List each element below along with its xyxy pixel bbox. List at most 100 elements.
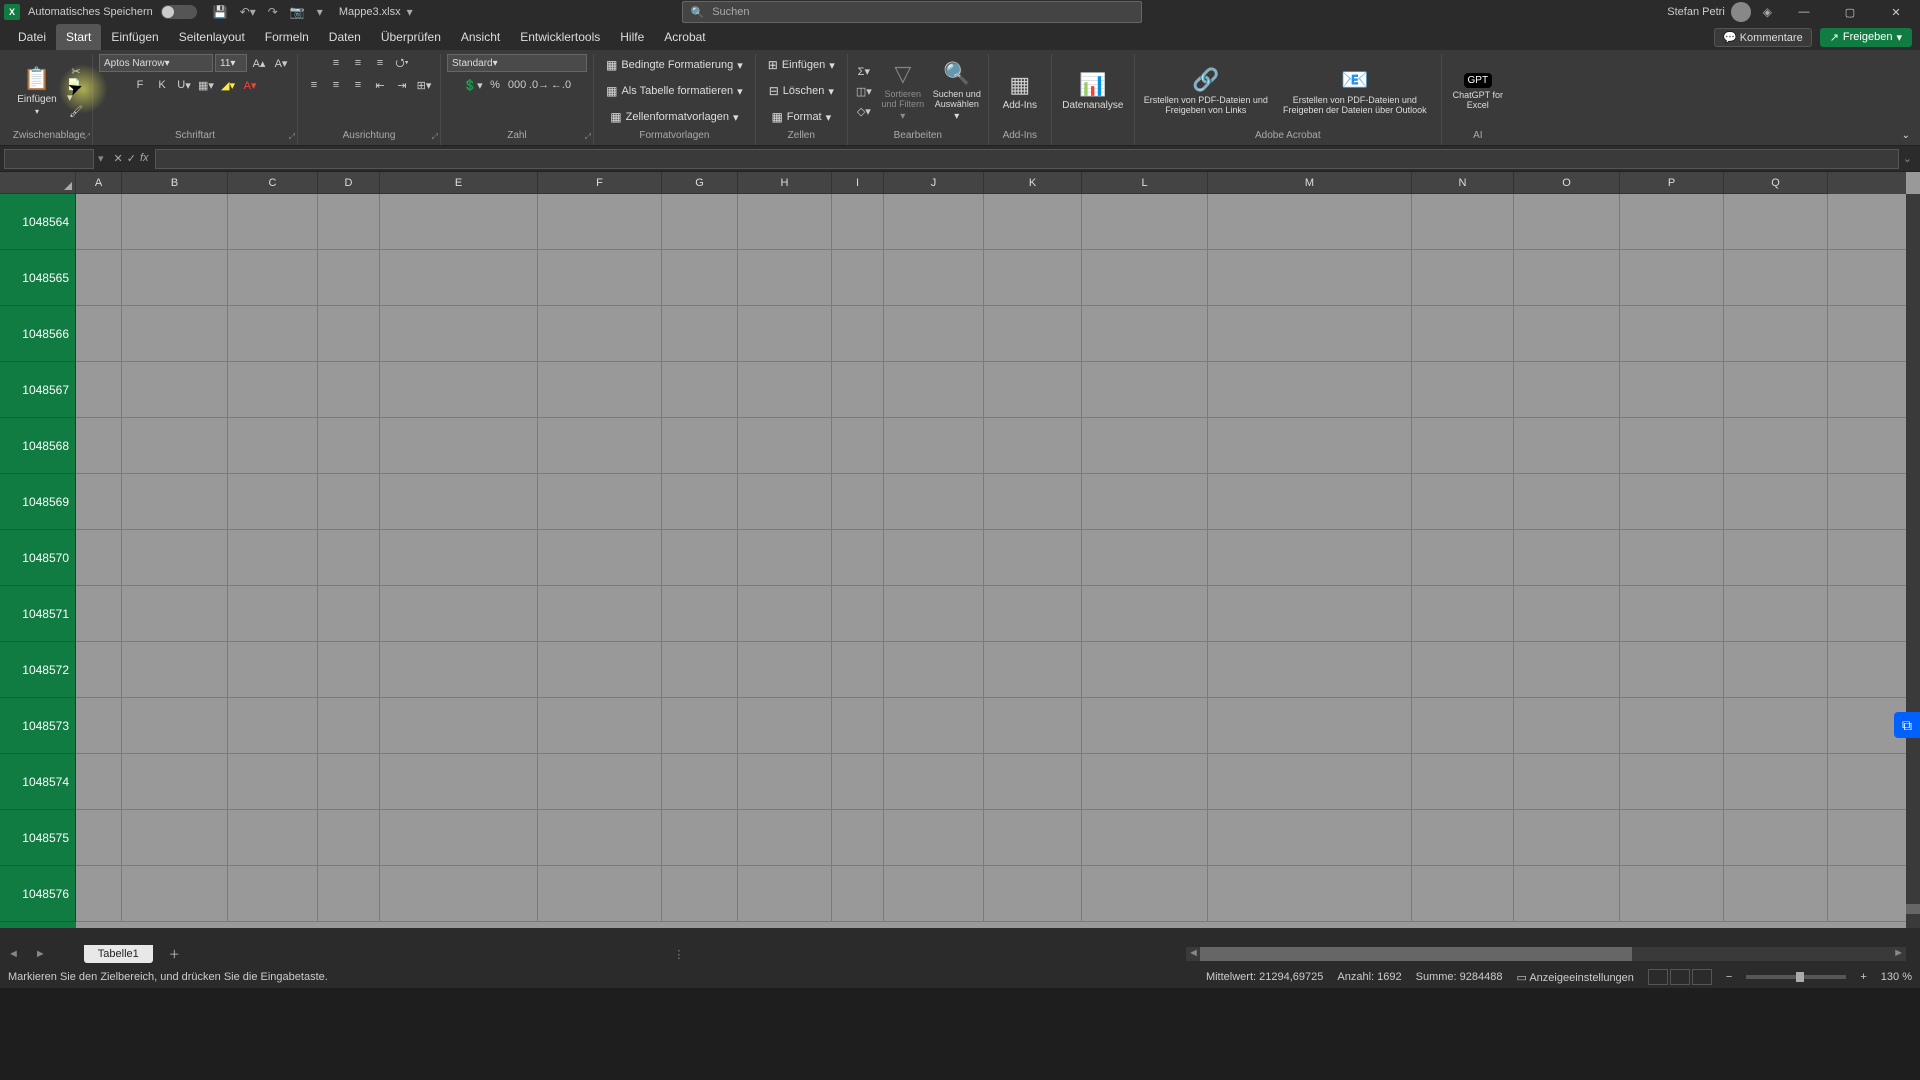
- cell[interactable]: [984, 530, 1082, 585]
- col-header-B[interactable]: B: [122, 172, 228, 194]
- font-size-combo[interactable]: 11▾: [215, 54, 247, 72]
- cell[interactable]: [1412, 250, 1514, 305]
- hscroll-right-icon[interactable]: ►: [1893, 947, 1904, 959]
- vertical-scrollbar[interactable]: [1906, 194, 1920, 928]
- cell[interactable]: [1620, 530, 1724, 585]
- diamond-icon[interactable]: ◈: [1763, 5, 1772, 19]
- pdf-share-links-button[interactable]: 🔗 Erstellen von PDF-Dateien und Freigebe…: [1141, 57, 1271, 125]
- cell[interactable]: [1514, 586, 1620, 641]
- username[interactable]: Stefan Petri: [1667, 6, 1724, 18]
- cell[interactable]: [832, 418, 884, 473]
- cell[interactable]: [884, 474, 984, 529]
- col-header-I[interactable]: I: [832, 172, 884, 194]
- cell[interactable]: [1514, 642, 1620, 697]
- cell[interactable]: [1514, 474, 1620, 529]
- cell[interactable]: [122, 418, 228, 473]
- decrease-decimal-icon[interactable]: ←.0: [551, 76, 571, 94]
- cell[interactable]: [122, 866, 228, 921]
- cell[interactable]: [1208, 362, 1412, 417]
- display-settings-button[interactable]: ▭ Anzeigeeinstellungen: [1516, 971, 1633, 984]
- zoom-level[interactable]: 130 %: [1881, 971, 1912, 983]
- indent-decrease-icon[interactable]: ⇤: [370, 76, 390, 94]
- cell[interactable]: [984, 866, 1082, 921]
- cell[interactable]: [832, 810, 884, 865]
- cell[interactable]: [738, 194, 832, 249]
- cell[interactable]: [228, 754, 318, 809]
- sheet-tab[interactable]: Tabelle1: [84, 945, 153, 963]
- underline-button[interactable]: U▾: [174, 76, 194, 94]
- hscroll-left-icon[interactable]: ◄: [1188, 947, 1199, 959]
- avatar[interactable]: [1731, 2, 1751, 22]
- cell[interactable]: [1514, 418, 1620, 473]
- percent-icon[interactable]: %: [485, 76, 505, 94]
- cell[interactable]: [1208, 698, 1412, 753]
- cell[interactable]: [1724, 250, 1828, 305]
- cell[interactable]: [1082, 362, 1208, 417]
- font-launcher-icon[interactable]: ⤢: [289, 132, 295, 142]
- cell[interactable]: [832, 698, 884, 753]
- cell[interactable]: [538, 810, 662, 865]
- name-box-dropdown-icon[interactable]: ▾: [98, 152, 104, 165]
- cell[interactable]: [1412, 866, 1514, 921]
- addins-button[interactable]: ▦ Add-Ins: [995, 57, 1045, 125]
- cell[interactable]: [1724, 642, 1828, 697]
- cell[interactable]: [228, 698, 318, 753]
- cell[interactable]: [318, 642, 380, 697]
- autosave-toggle[interactable]: [161, 5, 197, 19]
- cell[interactable]: [1724, 194, 1828, 249]
- cell[interactable]: [1208, 586, 1412, 641]
- cell[interactable]: [738, 698, 832, 753]
- currency-icon[interactable]: 💲▾: [463, 76, 483, 94]
- redo-icon[interactable]: ↷: [268, 5, 278, 19]
- row-header[interactable]: 1048569: [0, 474, 76, 530]
- formula-input[interactable]: [155, 149, 1899, 169]
- cell[interactable]: [662, 530, 738, 585]
- col-header-F[interactable]: F: [538, 172, 662, 194]
- cell[interactable]: [1208, 474, 1412, 529]
- number-format-combo[interactable]: Standard ▾: [447, 54, 587, 72]
- cell[interactable]: [1620, 642, 1724, 697]
- cancel-formula-icon[interactable]: ✕: [114, 152, 123, 165]
- cell[interactable]: [1082, 810, 1208, 865]
- menu-tab-daten[interactable]: Daten: [319, 24, 371, 50]
- cell[interactable]: [738, 754, 832, 809]
- cell[interactable]: [662, 306, 738, 361]
- cell[interactable]: [318, 418, 380, 473]
- cell[interactable]: [662, 754, 738, 809]
- col-header-C[interactable]: C: [228, 172, 318, 194]
- zoom-out-button[interactable]: −: [1726, 971, 1732, 983]
- cell[interactable]: [318, 698, 380, 753]
- cell[interactable]: [380, 474, 538, 529]
- sort-filter-button[interactable]: ▽ Sortieren und Filtern▾: [878, 57, 928, 125]
- cell[interactable]: [318, 810, 380, 865]
- cell[interactable]: [884, 418, 984, 473]
- expand-formula-icon[interactable]: ⌄: [1903, 152, 1912, 165]
- col-header-O[interactable]: O: [1514, 172, 1620, 194]
- view-page-break-icon[interactable]: [1692, 969, 1712, 985]
- cell[interactable]: [738, 250, 832, 305]
- cell[interactable]: [1514, 810, 1620, 865]
- cell[interactable]: [122, 754, 228, 809]
- cell[interactable]: [662, 474, 738, 529]
- cell[interactable]: [738, 418, 832, 473]
- merge-icon[interactable]: ⊞▾: [414, 76, 434, 94]
- col-header-P[interactable]: P: [1620, 172, 1724, 194]
- cell[interactable]: [984, 642, 1082, 697]
- cell[interactable]: [228, 642, 318, 697]
- cell[interactable]: [538, 754, 662, 809]
- align-top-icon[interactable]: ≡: [326, 54, 346, 72]
- cell[interactable]: [76, 418, 122, 473]
- cell[interactable]: [380, 362, 538, 417]
- row-header[interactable]: 1048567: [0, 362, 76, 418]
- col-header-Q[interactable]: Q: [1724, 172, 1828, 194]
- cell[interactable]: [538, 474, 662, 529]
- vscroll-thumb[interactable]: [1906, 904, 1920, 914]
- cell[interactable]: [832, 530, 884, 585]
- cell[interactable]: [380, 250, 538, 305]
- indent-increase-icon[interactable]: ⇥: [392, 76, 412, 94]
- menu-tab-seitenlayout[interactable]: Seitenlayout: [169, 24, 255, 50]
- col-header-N[interactable]: N: [1412, 172, 1514, 194]
- format-as-table-button[interactable]: ▦Als Tabelle formatieren ▾: [600, 80, 749, 102]
- cell[interactable]: [1208, 754, 1412, 809]
- cell[interactable]: [228, 866, 318, 921]
